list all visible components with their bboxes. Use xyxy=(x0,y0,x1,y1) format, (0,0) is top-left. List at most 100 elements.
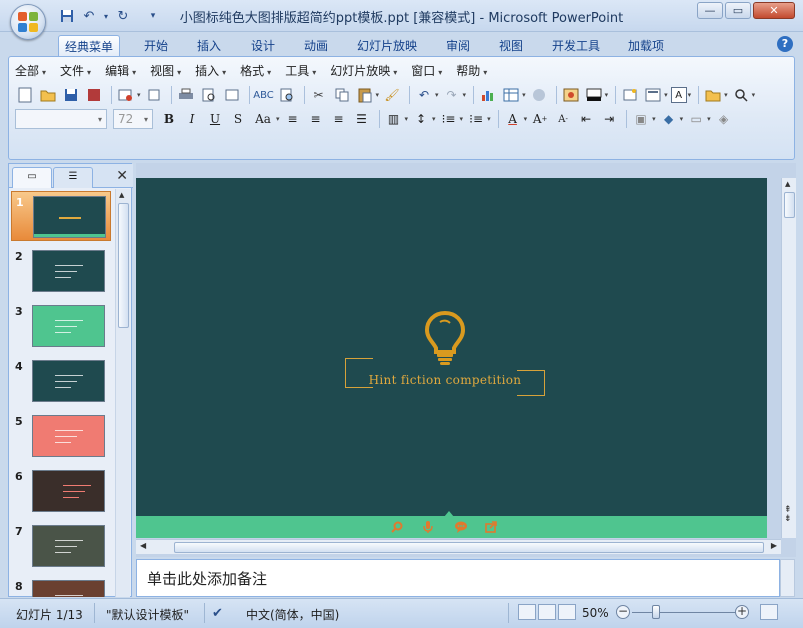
tab-animations[interactable]: 动画 xyxy=(298,35,334,56)
new-slide-icon[interactable] xyxy=(620,85,640,105)
spell-check-icon[interactable]: ✔ xyxy=(212,606,223,621)
close-panel-icon[interactable]: ✕ xyxy=(116,168,128,184)
redo-icon[interactable]: ↷ xyxy=(442,85,462,105)
maximize-button[interactable]: ▭ xyxy=(725,2,751,19)
font-size-combo[interactable]: 72 ▾ xyxy=(113,109,153,129)
columns-icon[interactable]: ▥ xyxy=(384,109,404,129)
increase-indent-icon[interactable]: ⇥ xyxy=(599,109,619,129)
tab-insert[interactable]: 插入 xyxy=(191,35,227,56)
clip-art-icon[interactable] xyxy=(529,85,549,105)
slides-tab[interactable]: ▭ xyxy=(12,167,52,188)
outline-tab[interactable]: ☰ xyxy=(53,167,93,188)
slide-thumbnail[interactable]: 7 xyxy=(11,521,111,571)
font-color-icon[interactable]: A xyxy=(503,109,523,129)
decrease-indent-icon[interactable]: ⇤ xyxy=(576,109,596,129)
zoom-out-icon[interactable]: − xyxy=(616,605,630,619)
zoom-slider-knob[interactable] xyxy=(652,605,660,619)
open-icon[interactable] xyxy=(38,85,58,105)
menu-slideshow[interactable]: 幻灯片放映 ▾ xyxy=(330,62,397,79)
current-slide[interactable]: Hint fiction competition xyxy=(136,178,767,538)
tab-design[interactable]: 设计 xyxy=(245,35,281,56)
menu-help[interactable]: 帮助 ▾ xyxy=(456,62,487,79)
spelling-icon[interactable]: ABC xyxy=(253,85,274,105)
menu-format[interactable]: 格式 ▾ xyxy=(240,62,271,79)
shape-fill-icon[interactable]: ◈ xyxy=(714,109,734,129)
change-case-icon[interactable]: Aa xyxy=(251,109,275,129)
shadow-icon[interactable]: S xyxy=(228,109,248,129)
print-icon[interactable] xyxy=(176,85,196,105)
slide-horizontal-scrollbar[interactable]: ◀ ▶ xyxy=(136,539,781,554)
quick-styles-icon[interactable]: ▭ xyxy=(686,109,706,129)
align-center-icon[interactable]: ≡ xyxy=(306,109,326,129)
shapes-icon[interactable]: ◆ xyxy=(659,109,679,129)
email-icon[interactable] xyxy=(116,85,136,105)
office-button[interactable] xyxy=(10,4,46,40)
slide-sorter-icon[interactable] xyxy=(538,604,556,620)
insert-picture-icon[interactable] xyxy=(561,85,581,105)
insert-table-icon[interactable] xyxy=(501,85,521,105)
tab-view[interactable]: 视图 xyxy=(493,35,529,56)
tab-addins[interactable]: 加载项 xyxy=(622,35,670,56)
notes-pane[interactable]: 单击此处添加备注 xyxy=(136,559,780,597)
menu-view[interactable]: 视图 ▾ xyxy=(150,62,181,79)
zoom-in-icon[interactable]: + xyxy=(735,605,749,619)
slideshow-view-icon[interactable] xyxy=(558,604,576,620)
grow-font-icon[interactable]: A + xyxy=(530,109,550,129)
underline-icon[interactable]: U xyxy=(205,109,225,129)
notes-scrollbar[interactable] xyxy=(780,559,795,597)
menu-tools[interactable]: 工具 ▾ xyxy=(285,62,316,79)
menu-insert[interactable]: 插入 ▾ xyxy=(195,62,226,79)
align-left-icon[interactable]: ≡ xyxy=(283,109,303,129)
help-icon[interactable]: ? xyxy=(777,36,793,52)
insert-chart-icon[interactable] xyxy=(478,85,498,105)
attach-icon[interactable] xyxy=(144,85,164,105)
slide-layout-icon[interactable] xyxy=(643,85,663,105)
menu-edit[interactable]: 编辑 ▾ xyxy=(105,62,136,79)
slide-thumbnail[interactable]: 2 xyxy=(11,246,111,296)
paste-icon[interactable] xyxy=(355,85,375,105)
new-icon[interactable] xyxy=(15,85,35,105)
tab-classic-menu[interactable]: 经典菜单 xyxy=(58,35,121,56)
tab-review[interactable]: 审阅 xyxy=(440,35,476,56)
zoom-slider[interactable] xyxy=(632,612,736,613)
language-indicator[interactable]: 中文(简体，中国) xyxy=(246,606,339,623)
zoom-icon[interactable] xyxy=(731,85,751,105)
layout-icon[interactable] xyxy=(222,85,242,105)
panel-scroll-thumb[interactable] xyxy=(118,203,129,328)
text-box-icon[interactable]: A xyxy=(670,87,687,103)
undo-icon[interactable]: ↶ xyxy=(414,85,434,105)
slide-scroll-thumb[interactable] xyxy=(784,192,795,218)
fit-to-window-icon[interactable] xyxy=(760,604,778,620)
slide-thumbnail[interactable]: 5 xyxy=(11,411,111,461)
justify-icon[interactable]: ☰ xyxy=(352,109,372,129)
minimize-button[interactable]: — xyxy=(697,2,723,19)
arrange-icon[interactable]: ▣ xyxy=(631,109,651,129)
align-right-icon[interactable]: ≡ xyxy=(329,109,349,129)
slide-title[interactable]: Hint fiction competition xyxy=(345,373,545,387)
menu-all[interactable]: 全部 ▾ xyxy=(15,62,46,79)
slide-thumbnail[interactable]: 1 xyxy=(11,191,111,241)
h-scroll-thumb[interactable] xyxy=(174,542,764,553)
format-painter-icon[interactable]: 🖌 xyxy=(382,85,402,105)
normal-view-icon[interactable] xyxy=(518,604,536,620)
bold-icon[interactable]: B xyxy=(159,109,179,129)
zoom-level[interactable]: 50% xyxy=(582,606,609,620)
save-icon[interactable] xyxy=(61,85,81,105)
menu-window[interactable]: 窗口 ▾ xyxy=(411,62,442,79)
numbering-icon[interactable]: ⁝≡ xyxy=(439,109,459,129)
italic-icon[interactable]: I xyxy=(182,109,202,129)
font-name-combo[interactable]: ▾ xyxy=(15,109,107,129)
bullets-icon[interactable]: ⁝≡ xyxy=(466,109,486,129)
color-grayscale-icon[interactable] xyxy=(584,85,604,105)
print-preview-icon[interactable] xyxy=(199,85,219,105)
slide-thumbnail[interactable]: 4 xyxy=(11,356,111,406)
permission-icon[interactable] xyxy=(84,85,104,105)
slide-thumbnail[interactable]: 3 xyxy=(11,301,111,351)
shrink-font-icon[interactable]: A- xyxy=(553,109,573,129)
panel-scrollbar[interactable]: ▲ xyxy=(115,189,130,597)
slide-thumbnail[interactable]: 6 xyxy=(11,466,111,516)
line-spacing-icon[interactable]: ↕ xyxy=(411,109,431,129)
menu-file[interactable]: 文件 ▾ xyxy=(60,62,91,79)
folder-icon[interactable] xyxy=(703,85,723,105)
close-button[interactable]: ✕ xyxy=(753,2,795,19)
